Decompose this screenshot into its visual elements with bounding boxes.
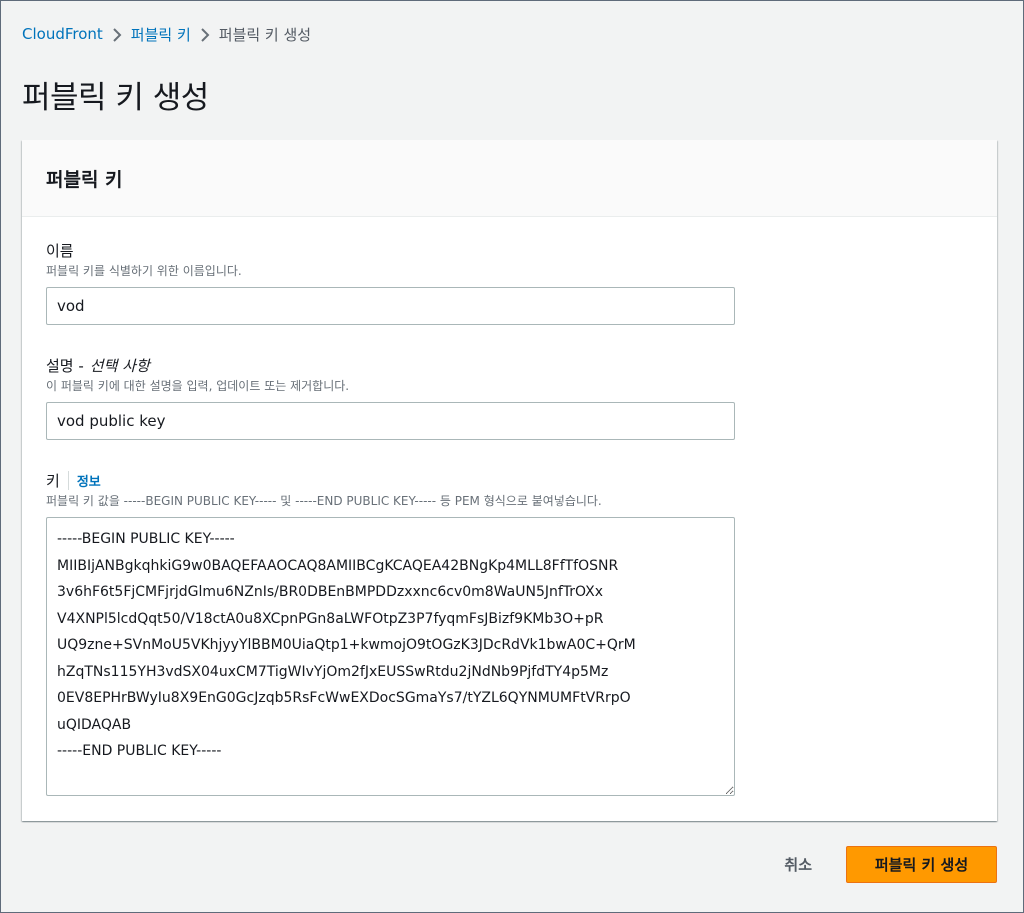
name-description: 퍼블릭 키를 식별하기 위한 이름입니다.: [46, 264, 242, 278]
page-title: 퍼블릭 키 생성: [22, 80, 209, 116]
description-field: 설명 - 선택 사항 이 퍼블릭 키에 대한 설명을 입력, 업데이트 또는 제…: [46, 355, 735, 440]
name-input[interactable]: [46, 287, 735, 325]
create-public-key-button[interactable]: 퍼블릭 키 생성: [846, 846, 997, 883]
chevron-right-icon: [191, 25, 219, 43]
form-actions: 취소 퍼블릭 키 생성: [768, 846, 997, 883]
name-label-text: 이름: [46, 241, 74, 260]
description-input[interactable]: [46, 402, 735, 440]
breadcrumb: CloudFront 퍼블릭 키 퍼블릭 키 생성: [22, 22, 311, 46]
key-description: 퍼블릭 키 값을 -----BEGIN PUBLIC KEY----- 및 --…: [46, 494, 602, 508]
key-textarea[interactable]: -----BEGIN PUBLIC KEY----- MIIBIjANBgkqh…: [46, 517, 735, 796]
cancel-button[interactable]: 취소: [768, 846, 828, 883]
key-field: 키 정보 퍼블릭 키 값을 -----BEGIN PUBLIC KEY-----…: [46, 470, 735, 796]
breadcrumb-public-keys-link[interactable]: 퍼블릭 키: [131, 24, 191, 45]
description-description: 이 퍼블릭 키에 대한 설명을 입력, 업데이트 또는 제거합니다.: [46, 379, 350, 393]
chevron-right-icon: [103, 25, 131, 43]
name-field: 이름 퍼블릭 키를 식별하기 위한 이름입니다.: [46, 240, 735, 325]
name-label: 이름: [46, 240, 735, 260]
description-label: 설명 - 선택 사항: [46, 355, 735, 375]
key-label: 키 정보: [46, 470, 735, 490]
breadcrumb-current: 퍼블릭 키 생성: [218, 25, 312, 44]
panel-header: 퍼블릭 키: [22, 140, 997, 217]
optional-label: 선택 사항: [89, 356, 150, 375]
key-label-text: 키: [46, 471, 60, 490]
key-info-link[interactable]: 정보: [67, 470, 101, 490]
public-key-panel: 퍼블릭 키 이름 퍼블릭 키를 식별하기 위한 이름입니다. 설명 - 선택 사…: [22, 140, 997, 821]
panel-title: 퍼블릭 키: [46, 168, 123, 191]
breadcrumb-cloudfront-link[interactable]: CloudFront: [22, 25, 103, 43]
description-label-text: 설명 -: [46, 356, 84, 375]
